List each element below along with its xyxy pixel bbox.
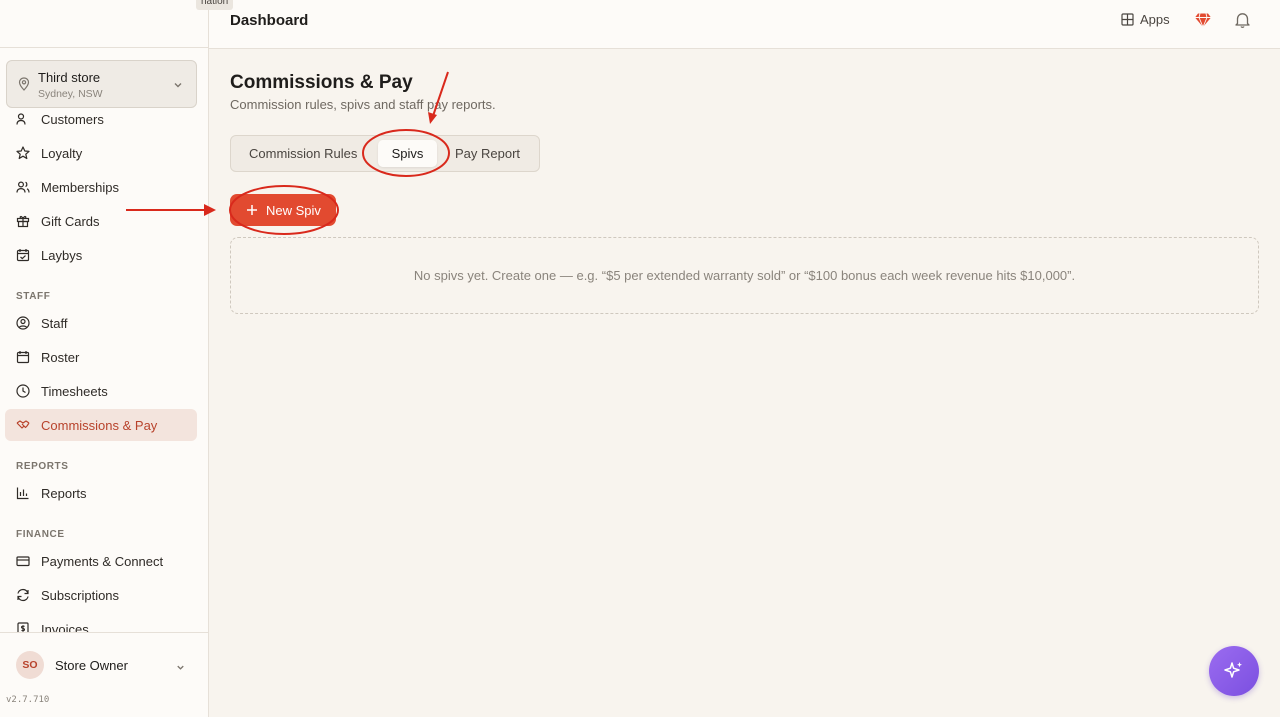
sidebar-item-invoices[interactable]: Invoices	[5, 613, 197, 632]
tab-commission-rules[interactable]: Commission Rules	[249, 136, 357, 171]
page-subtitle: Commission rules, spivs and staff pay re…	[230, 97, 496, 112]
sidebar-item-label: Loyalty	[41, 145, 83, 161]
sidebar-item-label: Staff	[41, 315, 68, 331]
credit-card-icon	[16, 556, 30, 567]
annotation-arrowhead-spivs-tab	[428, 112, 437, 124]
star-icon	[16, 146, 30, 160]
plus-icon	[247, 205, 257, 215]
sidebar-item-memberships[interactable]: Memberships	[5, 171, 197, 203]
clock-icon	[16, 384, 30, 398]
sidebar-item-loyalty[interactable]: Loyalty	[5, 137, 197, 169]
tab-pay-report[interactable]: Pay Report	[455, 136, 520, 171]
empty-state: No spivs yet. Create one — e.g. “$5 per …	[230, 237, 1259, 314]
sidebar-item-label: Reports	[41, 485, 87, 501]
tooltip: nation	[196, 0, 234, 10]
calendar-check-icon	[16, 249, 30, 262]
sidebar-item-laybys[interactable]: Laybys	[5, 239, 197, 271]
sidebar-item-label: Roster	[41, 349, 80, 365]
sidebar-item-label: Payments & Connect	[41, 553, 164, 569]
sidebar-nav: Customers Loyalty Memberships Gift Cards…	[0, 108, 208, 632]
user-name: Store Owner	[55, 658, 128, 673]
sidebar-item-label: Commissions & Pay	[41, 417, 158, 433]
tab-spivs[interactable]: Spivs	[378, 140, 437, 167]
sidebar-item-label: Invoices	[41, 621, 89, 633]
apps-label: Apps	[1140, 12, 1170, 27]
sidebar-item-label: Laybys	[41, 247, 83, 263]
apps-button[interactable]: Apps	[1121, 12, 1170, 27]
sidebar-item-label: Customers	[41, 111, 104, 127]
gem-icon[interactable]	[1194, 11, 1212, 34]
new-spiv-label: New Spiv	[266, 202, 321, 218]
store-location: Sydney, NSW	[38, 88, 103, 100]
sidebar-item-label: Subscriptions	[41, 587, 120, 603]
avatar: SO	[16, 651, 44, 679]
empty-state-message: No spivs yet. Create one — e.g. “$5 per …	[413, 268, 1076, 283]
tab-bar: Commission Rules Spivs Pay Report	[230, 135, 540, 172]
refresh-icon	[17, 588, 29, 602]
sidebar-item-staff[interactable]: Staff	[5, 307, 197, 339]
sidebar-item-label: Memberships	[41, 179, 120, 195]
sidebar-item-timesheets[interactable]: Timesheets	[5, 375, 197, 407]
calendar-icon	[16, 351, 30, 364]
gift-icon	[16, 215, 30, 228]
map-pin-icon	[18, 77, 30, 96]
sparkle-icon	[1224, 662, 1242, 678]
section-label-staff: STAFF	[16, 291, 51, 302]
user-menu[interactable]: SO Store Owner v2.7.710	[0, 632, 208, 717]
chevron-down-icon	[175, 660, 186, 678]
sidebar-item-reports[interactable]: Reports	[5, 477, 197, 509]
user-circle-icon	[16, 316, 30, 330]
new-spiv-button[interactable]: New Spiv	[230, 194, 336, 226]
store-selector[interactable]: Third store Sydney, NSW	[6, 60, 197, 108]
version-label: v2.7.710	[6, 695, 50, 705]
header-title: Dashboard	[230, 12, 309, 29]
sidebar-item-label: Gift Cards	[41, 213, 100, 229]
top-header: Dashboard Apps	[209, 0, 1280, 49]
ai-assistant-button[interactable]	[1209, 646, 1259, 696]
sidebar-item-customers[interactable]: Customers	[5, 108, 197, 135]
sidebar-item-payments-connect[interactable]: Payments & Connect	[5, 545, 197, 577]
bar-chart-icon	[16, 487, 29, 500]
section-label-reports: REPORTS	[16, 461, 69, 472]
handshake-icon	[16, 420, 30, 429]
sidebar-item-roster[interactable]: Roster	[5, 341, 197, 373]
grid-icon	[1121, 13, 1134, 26]
sidebar-item-gift-cards[interactable]: Gift Cards	[5, 205, 197, 237]
sidebar-item-commissions-pay[interactable]: Commissions & Pay	[5, 409, 197, 441]
members-icon	[16, 181, 30, 193]
bell-icon[interactable]	[1234, 11, 1251, 34]
page-title: Commissions & Pay	[230, 72, 413, 93]
store-name: Third store	[38, 70, 101, 85]
section-label-finance: FINANCE	[16, 529, 65, 540]
sidebar: nation Third store Sydney, NSW Customers…	[0, 0, 234, 717]
sidebar-logo-area: nation	[0, 0, 234, 48]
sidebar-item-label: Timesheets	[41, 383, 108, 399]
chevron-down-icon	[172, 78, 184, 96]
sidebar-item-subscriptions[interactable]: Subscriptions	[5, 579, 197, 611]
invoice-icon	[17, 622, 29, 632]
users-icon	[16, 113, 26, 125]
